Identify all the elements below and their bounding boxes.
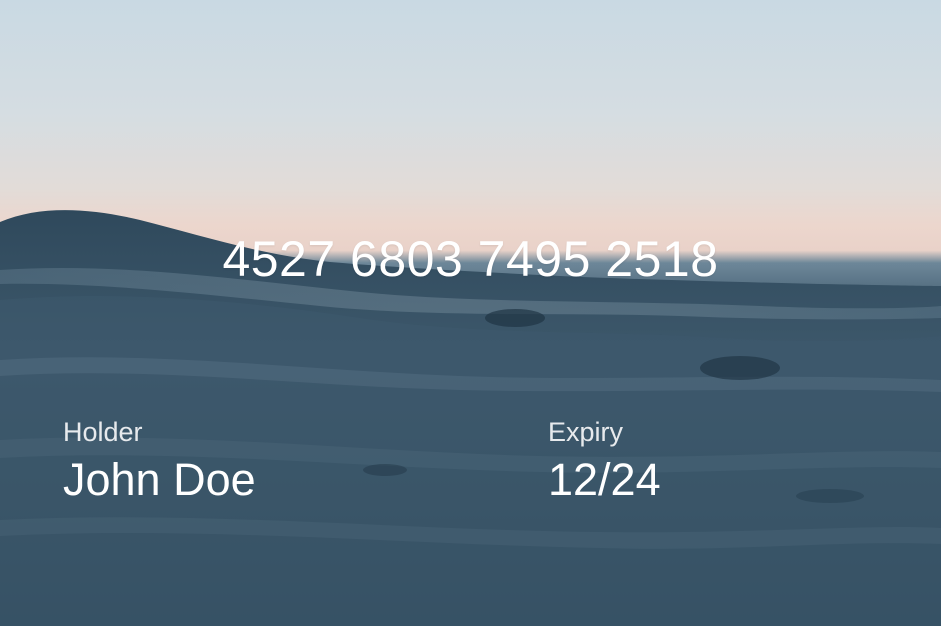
expiry-value: 12/24 [548,454,661,505]
holder-name: John Doe [63,454,256,505]
expiry-field: Expiry 12/24 [548,417,661,506]
holder-label: Holder [63,417,143,447]
card-number: 4527 6803 7495 2518 [222,231,719,287]
ocean-wave-image [0,210,941,626]
expiry-label: Expiry [548,417,624,447]
holder-field: Holder John Doe [63,417,256,506]
credit-card: 4527 6803 7495 2518 Holder John Doe Expi… [0,0,941,626]
